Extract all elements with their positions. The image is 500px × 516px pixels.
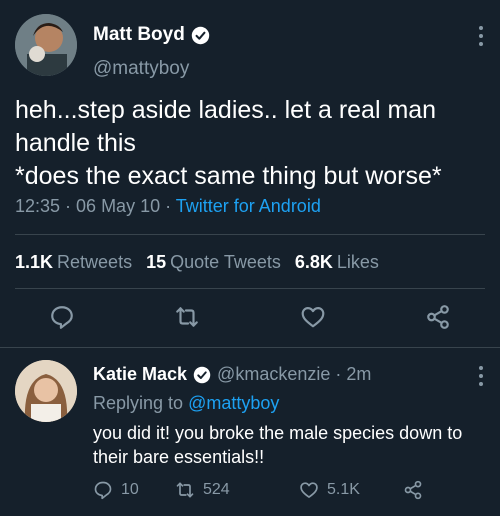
tweet-meta: 12:35 · 06 May 10 · Twitter for Android xyxy=(15,196,321,217)
main-tweet: Matt Boyd @mattyboy heh...step aside lad… xyxy=(0,0,500,348)
share-icon xyxy=(404,480,422,500)
author-name[interactable]: Matt Boyd xyxy=(93,24,185,46)
reply-text: you did it! you broke the male species d… xyxy=(93,423,463,467)
reply-share-button[interactable] xyxy=(403,480,423,500)
retweet-count: 524 xyxy=(203,481,230,498)
more-icon[interactable] xyxy=(478,26,484,50)
like-icon xyxy=(300,482,318,498)
reply-icon xyxy=(94,481,112,500)
divider xyxy=(0,347,500,348)
reply-retweet-button[interactable]: 524 xyxy=(175,480,299,500)
reply-author-handle[interactable]: @kmackenzie · 2m xyxy=(217,364,371,385)
replying-to: Replying to @mattyboy xyxy=(93,393,280,413)
replying-to-mention[interactable]: @mattyboy xyxy=(188,393,279,413)
quote-tweets-stat[interactable]: 15 Quote Tweets xyxy=(146,252,281,273)
reply-icon[interactable] xyxy=(49,304,75,330)
avatar[interactable] xyxy=(15,360,77,422)
avatar[interactable] xyxy=(15,14,77,76)
reply-author-row: Katie Mack @kmackenzie · 2m xyxy=(93,364,371,385)
verified-icon xyxy=(191,26,210,45)
reply-author-name[interactable]: Katie Mack xyxy=(93,364,187,385)
like-count: 5.1K xyxy=(327,481,360,498)
divider xyxy=(15,234,485,235)
verified-icon xyxy=(193,366,211,384)
author-row: Matt Boyd xyxy=(93,24,210,46)
reply-reply-button[interactable]: 10 xyxy=(93,480,175,500)
tweet-time: 12:35 · 06 May 10 · xyxy=(15,196,176,216)
reply-actions: 10 524 5.1K xyxy=(93,480,423,500)
retweet-icon xyxy=(176,482,194,498)
tweet-text: heh...step aside ladies.. let a real man… xyxy=(15,96,442,190)
reply-count: 10 xyxy=(121,481,139,498)
share-icon[interactable] xyxy=(425,304,451,330)
retweets-stat[interactable]: 1.1K Retweets xyxy=(15,252,132,273)
tweet-stats: 1.1K Retweets 15 Quote Tweets 6.8K Likes xyxy=(15,252,379,273)
divider xyxy=(15,288,485,289)
reply-like-button[interactable]: 5.1K xyxy=(299,480,403,500)
likes-stat[interactable]: 6.8K Likes xyxy=(295,252,379,273)
author-handle[interactable]: @mattyboy xyxy=(93,58,189,80)
more-icon[interactable] xyxy=(478,366,484,390)
like-icon[interactable] xyxy=(300,304,326,330)
tweet-source[interactable]: Twitter for Android xyxy=(176,196,321,216)
retweet-icon[interactable] xyxy=(174,304,200,330)
